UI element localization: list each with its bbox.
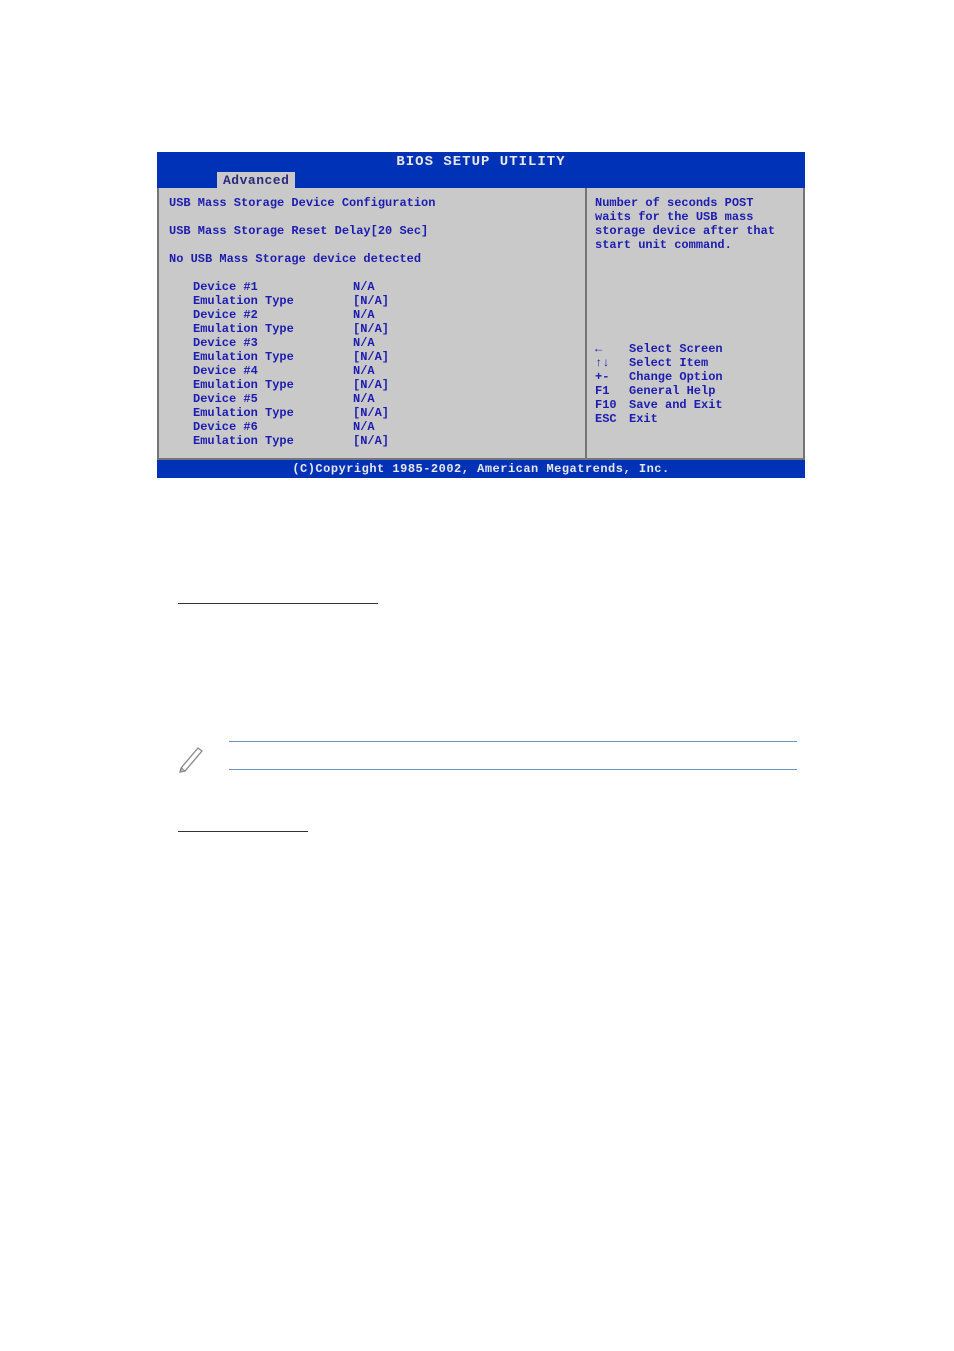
device-name: Device #4: [193, 364, 353, 378]
emulation-row[interactable]: Emulation Type [N/A]: [169, 294, 579, 308]
key-f1: F1: [595, 384, 629, 398]
emulation-value: [N/A]: [353, 434, 389, 448]
emulation-value: [N/A]: [353, 350, 389, 364]
emulation-label: Emulation Type: [193, 350, 353, 364]
device-row: Device #5 N/A: [169, 392, 579, 406]
reset-delay-value: [20 Sec]: [371, 224, 429, 238]
bios-title-bar: BIOS SETUP UTILITY Advanced: [157, 152, 805, 188]
tab-advanced[interactable]: Advanced: [217, 172, 295, 188]
emulation-row[interactable]: Emulation Type [N/A]: [169, 322, 579, 336]
emulation-label: Emulation Type: [193, 294, 353, 308]
device-row: Device #1 N/A: [169, 280, 579, 294]
no-device-text: No USB Mass Storage device detected: [169, 252, 421, 266]
page-rule-1: [178, 590, 778, 610]
bios-window: BIOS SETUP UTILITY Advanced USB Mass Sto…: [157, 152, 805, 478]
device-name: Device #5: [193, 392, 353, 406]
bios-right-panel: Number of seconds POST waits for the USB…: [587, 188, 803, 458]
device-row: Device #2 N/A: [169, 308, 579, 322]
emulation-label: Emulation Type: [193, 322, 353, 336]
device-name-value: N/A: [353, 420, 375, 434]
emulation-row[interactable]: Emulation Type [N/A]: [169, 434, 579, 448]
reset-delay-row[interactable]: USB Mass Storage Reset Delay [20 Sec]: [169, 224, 579, 238]
context-help: Number of seconds POST waits for the USB…: [595, 196, 795, 252]
device-name-value: N/A: [353, 336, 375, 350]
key-desc: General Help: [629, 384, 715, 398]
key-desc: Change Option: [629, 370, 723, 384]
emulation-value: [N/A]: [353, 294, 389, 308]
device-name: Device #6: [193, 420, 353, 434]
key-left-icon: ←: [595, 342, 629, 356]
device-row: Device #6 N/A: [169, 420, 579, 434]
device-name-value: N/A: [353, 392, 375, 406]
key-esc: ESC: [595, 412, 629, 426]
page-rule-2: [178, 818, 778, 838]
device-name: Device #1: [193, 280, 353, 294]
device-row: Device #3 N/A: [169, 336, 579, 350]
key-desc: Exit: [629, 412, 658, 426]
emulation-row[interactable]: Emulation Type [N/A]: [169, 406, 579, 420]
key-plusminus: +-: [595, 370, 629, 384]
emulation-value: [N/A]: [353, 322, 389, 336]
device-name: Device #3: [193, 336, 353, 350]
key-help: ←Select Screen ↑↓Select Item +-Change Op…: [595, 342, 795, 426]
emulation-label: Emulation Type: [193, 378, 353, 392]
key-desc: Select Item: [629, 356, 708, 370]
bios-title: BIOS SETUP UTILITY: [157, 154, 805, 170]
emulation-value: [N/A]: [353, 378, 389, 392]
bios-body: USB Mass Storage Device Configuration US…: [157, 188, 805, 460]
reset-delay-label: USB Mass Storage Reset Delay: [169, 224, 371, 238]
bios-footer: (C)Copyright 1985-2002, American Megatre…: [157, 460, 805, 478]
emulation-label: Emulation Type: [193, 434, 353, 448]
emulation-label: Emulation Type: [193, 406, 353, 420]
heading-text: USB Mass Storage Device Configuration: [169, 196, 435, 210]
bios-left-panel: USB Mass Storage Device Configuration US…: [159, 188, 587, 458]
note-rule-top: [229, 741, 797, 742]
device-name-value: N/A: [353, 364, 375, 378]
pencil-note-icon: [176, 740, 210, 779]
device-row: Device #4 N/A: [169, 364, 579, 378]
emulation-value: [N/A]: [353, 406, 389, 420]
note-rule-bottom: [229, 769, 797, 770]
device-name-value: N/A: [353, 280, 375, 294]
device-name-value: N/A: [353, 308, 375, 322]
heading-row: USB Mass Storage Device Configuration: [169, 196, 579, 210]
key-f10: F10: [595, 398, 629, 412]
page: BIOS SETUP UTILITY Advanced USB Mass Sto…: [0, 0, 954, 1351]
key-desc: Select Screen: [629, 342, 723, 356]
key-desc: Save and Exit: [629, 398, 723, 412]
emulation-row[interactable]: Emulation Type [N/A]: [169, 378, 579, 392]
emulation-row[interactable]: Emulation Type [N/A]: [169, 350, 579, 364]
key-updown-icon: ↑↓: [595, 356, 629, 370]
no-device-row: No USB Mass Storage device detected: [169, 252, 579, 266]
device-name: Device #2: [193, 308, 353, 322]
